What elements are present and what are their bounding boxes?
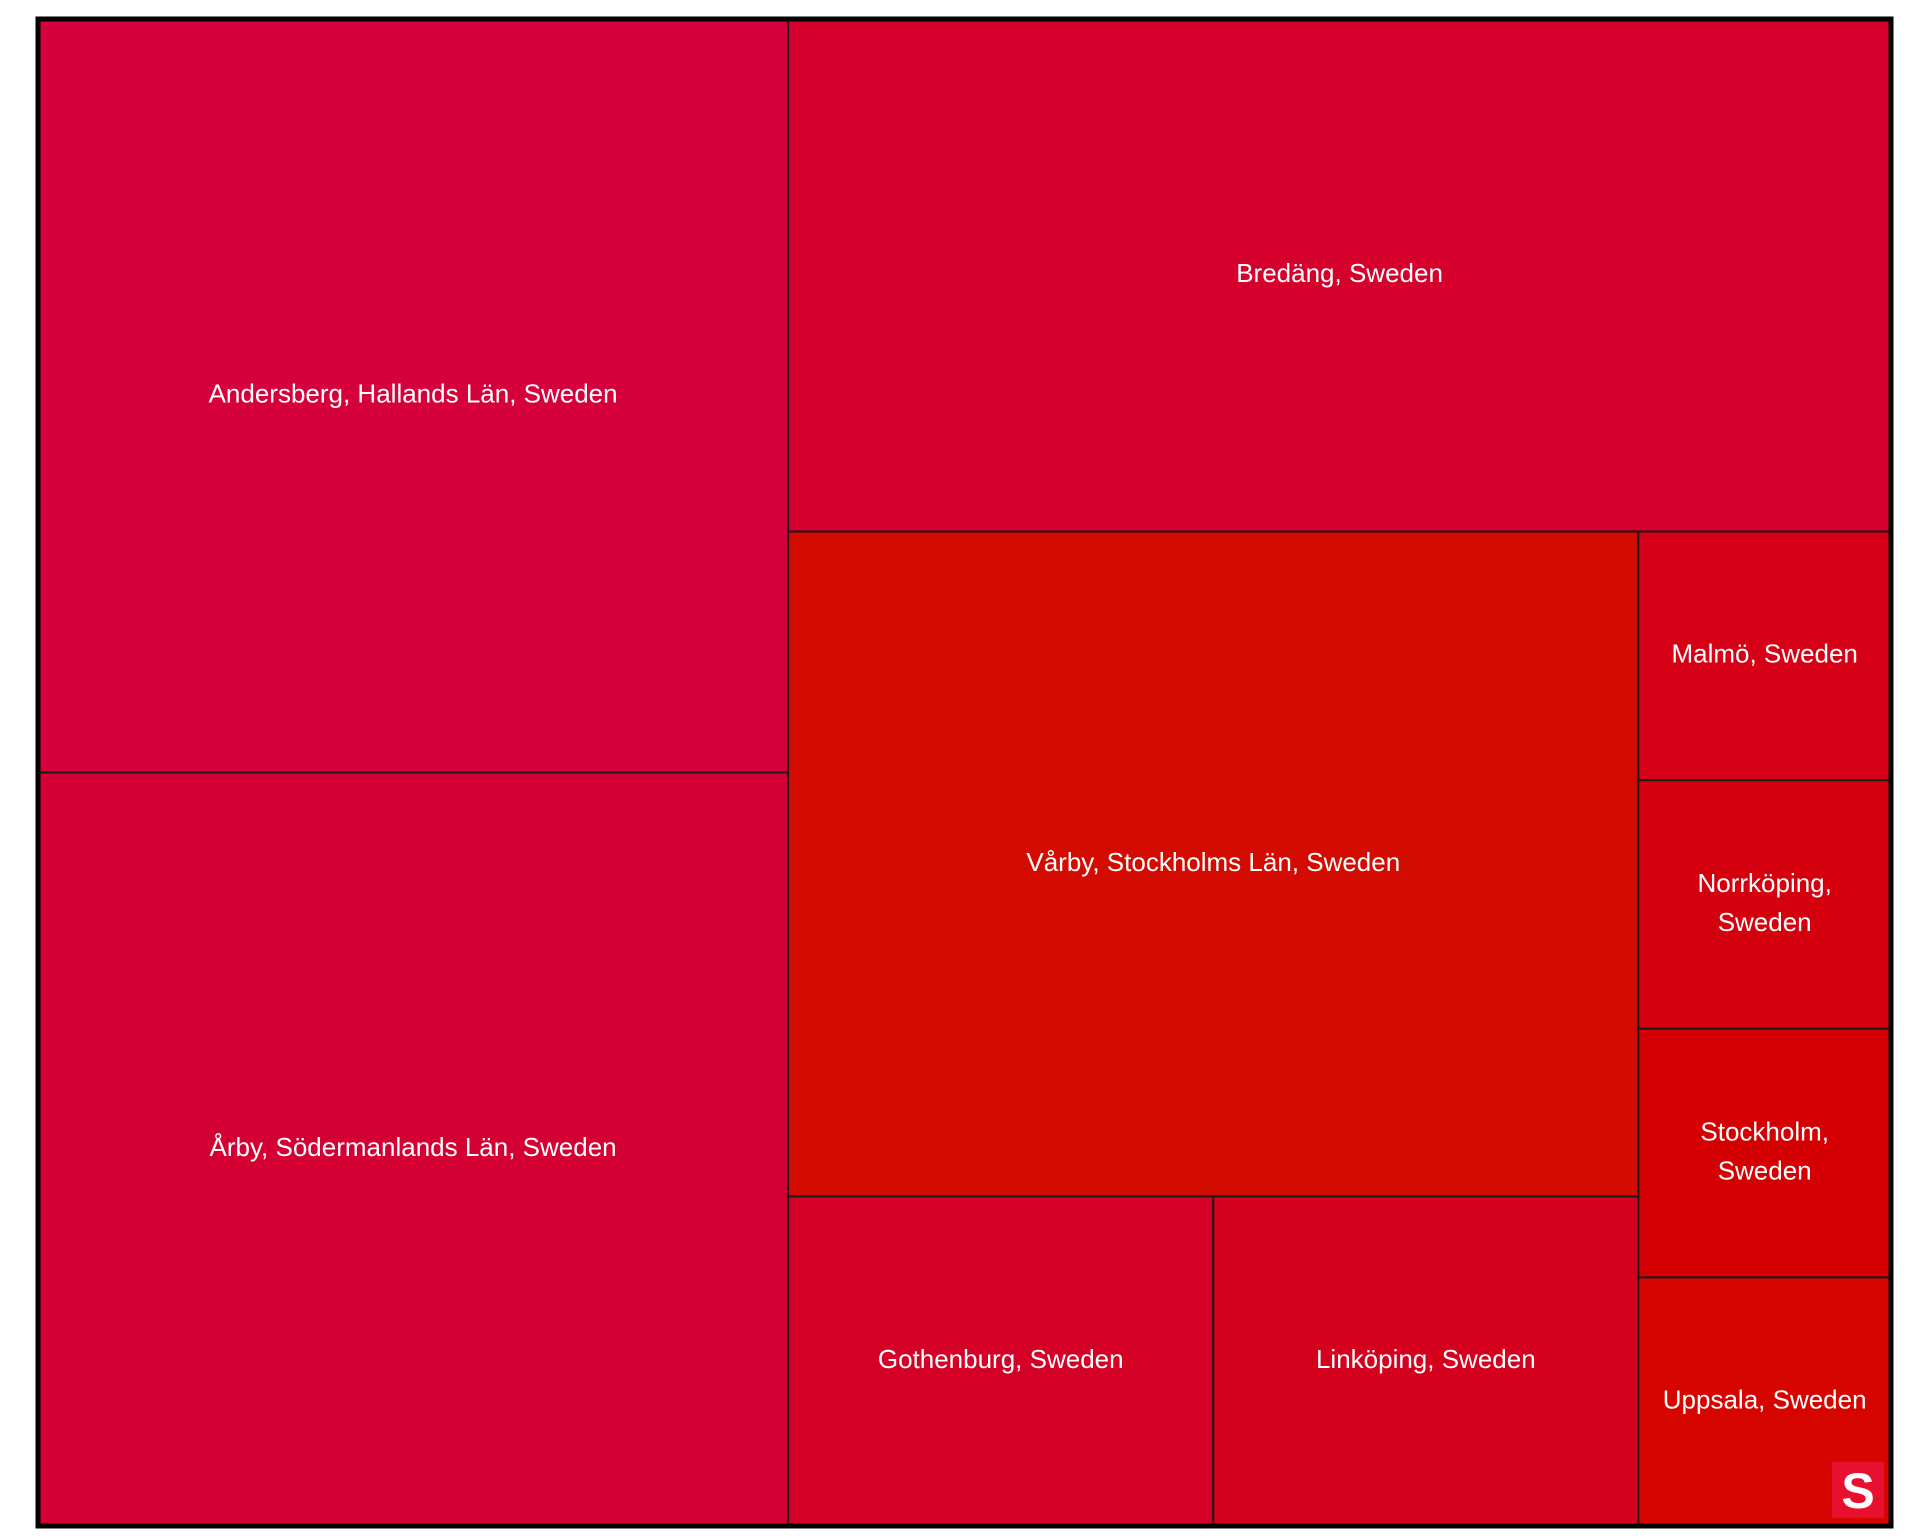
tile-label: Linköping, Sweden xyxy=(1316,1344,1536,1374)
tile-bredang-sweden[interactable]: Bredäng, Sweden xyxy=(787,18,1892,533)
tile-stockholm-sweden[interactable]: Stockholm, Sweden xyxy=(1637,1027,1893,1279)
tile-andersberg-hallands-lan-sweden[interactable]: Andersberg, Hallands Län, Sweden xyxy=(37,18,790,774)
tile-linkoping-sweden[interactable]: Linköping, Sweden xyxy=(1212,1195,1640,1527)
tile-label: Vårby, Stockholms Län, Sweden xyxy=(1026,847,1400,877)
treemap-chart: Andersberg, Hallands Län, Sweden Årby, Sö… xyxy=(35,16,1894,1529)
tile-label: Bredäng, Sweden xyxy=(1236,258,1443,288)
tile-norrkoping-sweden[interactable]: Norrköping, Sweden xyxy=(1637,779,1893,1030)
brand-logo-text: S xyxy=(1841,1463,1874,1519)
tile-label: Andersberg, Hallands Län, Sweden xyxy=(209,379,618,409)
tile-label: Årby, Södermanlands Län, Sweden xyxy=(210,1132,617,1162)
tile-arby-sodermanlands-lan-sweden[interactable]: Årby, Södermanlands Län, Sweden xyxy=(37,771,790,1527)
tile-gothenburg-sweden[interactable]: Gothenburg, Sweden xyxy=(787,1195,1215,1527)
tile-label: Malmö, Sweden xyxy=(1671,639,1857,669)
tile-rect[interactable] xyxy=(1637,779,1893,1030)
tile-varby-stockholms-lan-sweden[interactable]: Vårby, Stockholms Län, Sweden xyxy=(787,530,1640,1198)
tile-label: Gothenburg, Sweden xyxy=(878,1344,1124,1374)
tile-malmo-sweden[interactable]: Malmö, Sweden xyxy=(1637,530,1893,782)
tile-rect[interactable] xyxy=(1637,1027,1893,1279)
brand-logo-icon: S xyxy=(1832,1462,1884,1519)
tile-label: Uppsala, Sweden xyxy=(1663,1385,1867,1415)
